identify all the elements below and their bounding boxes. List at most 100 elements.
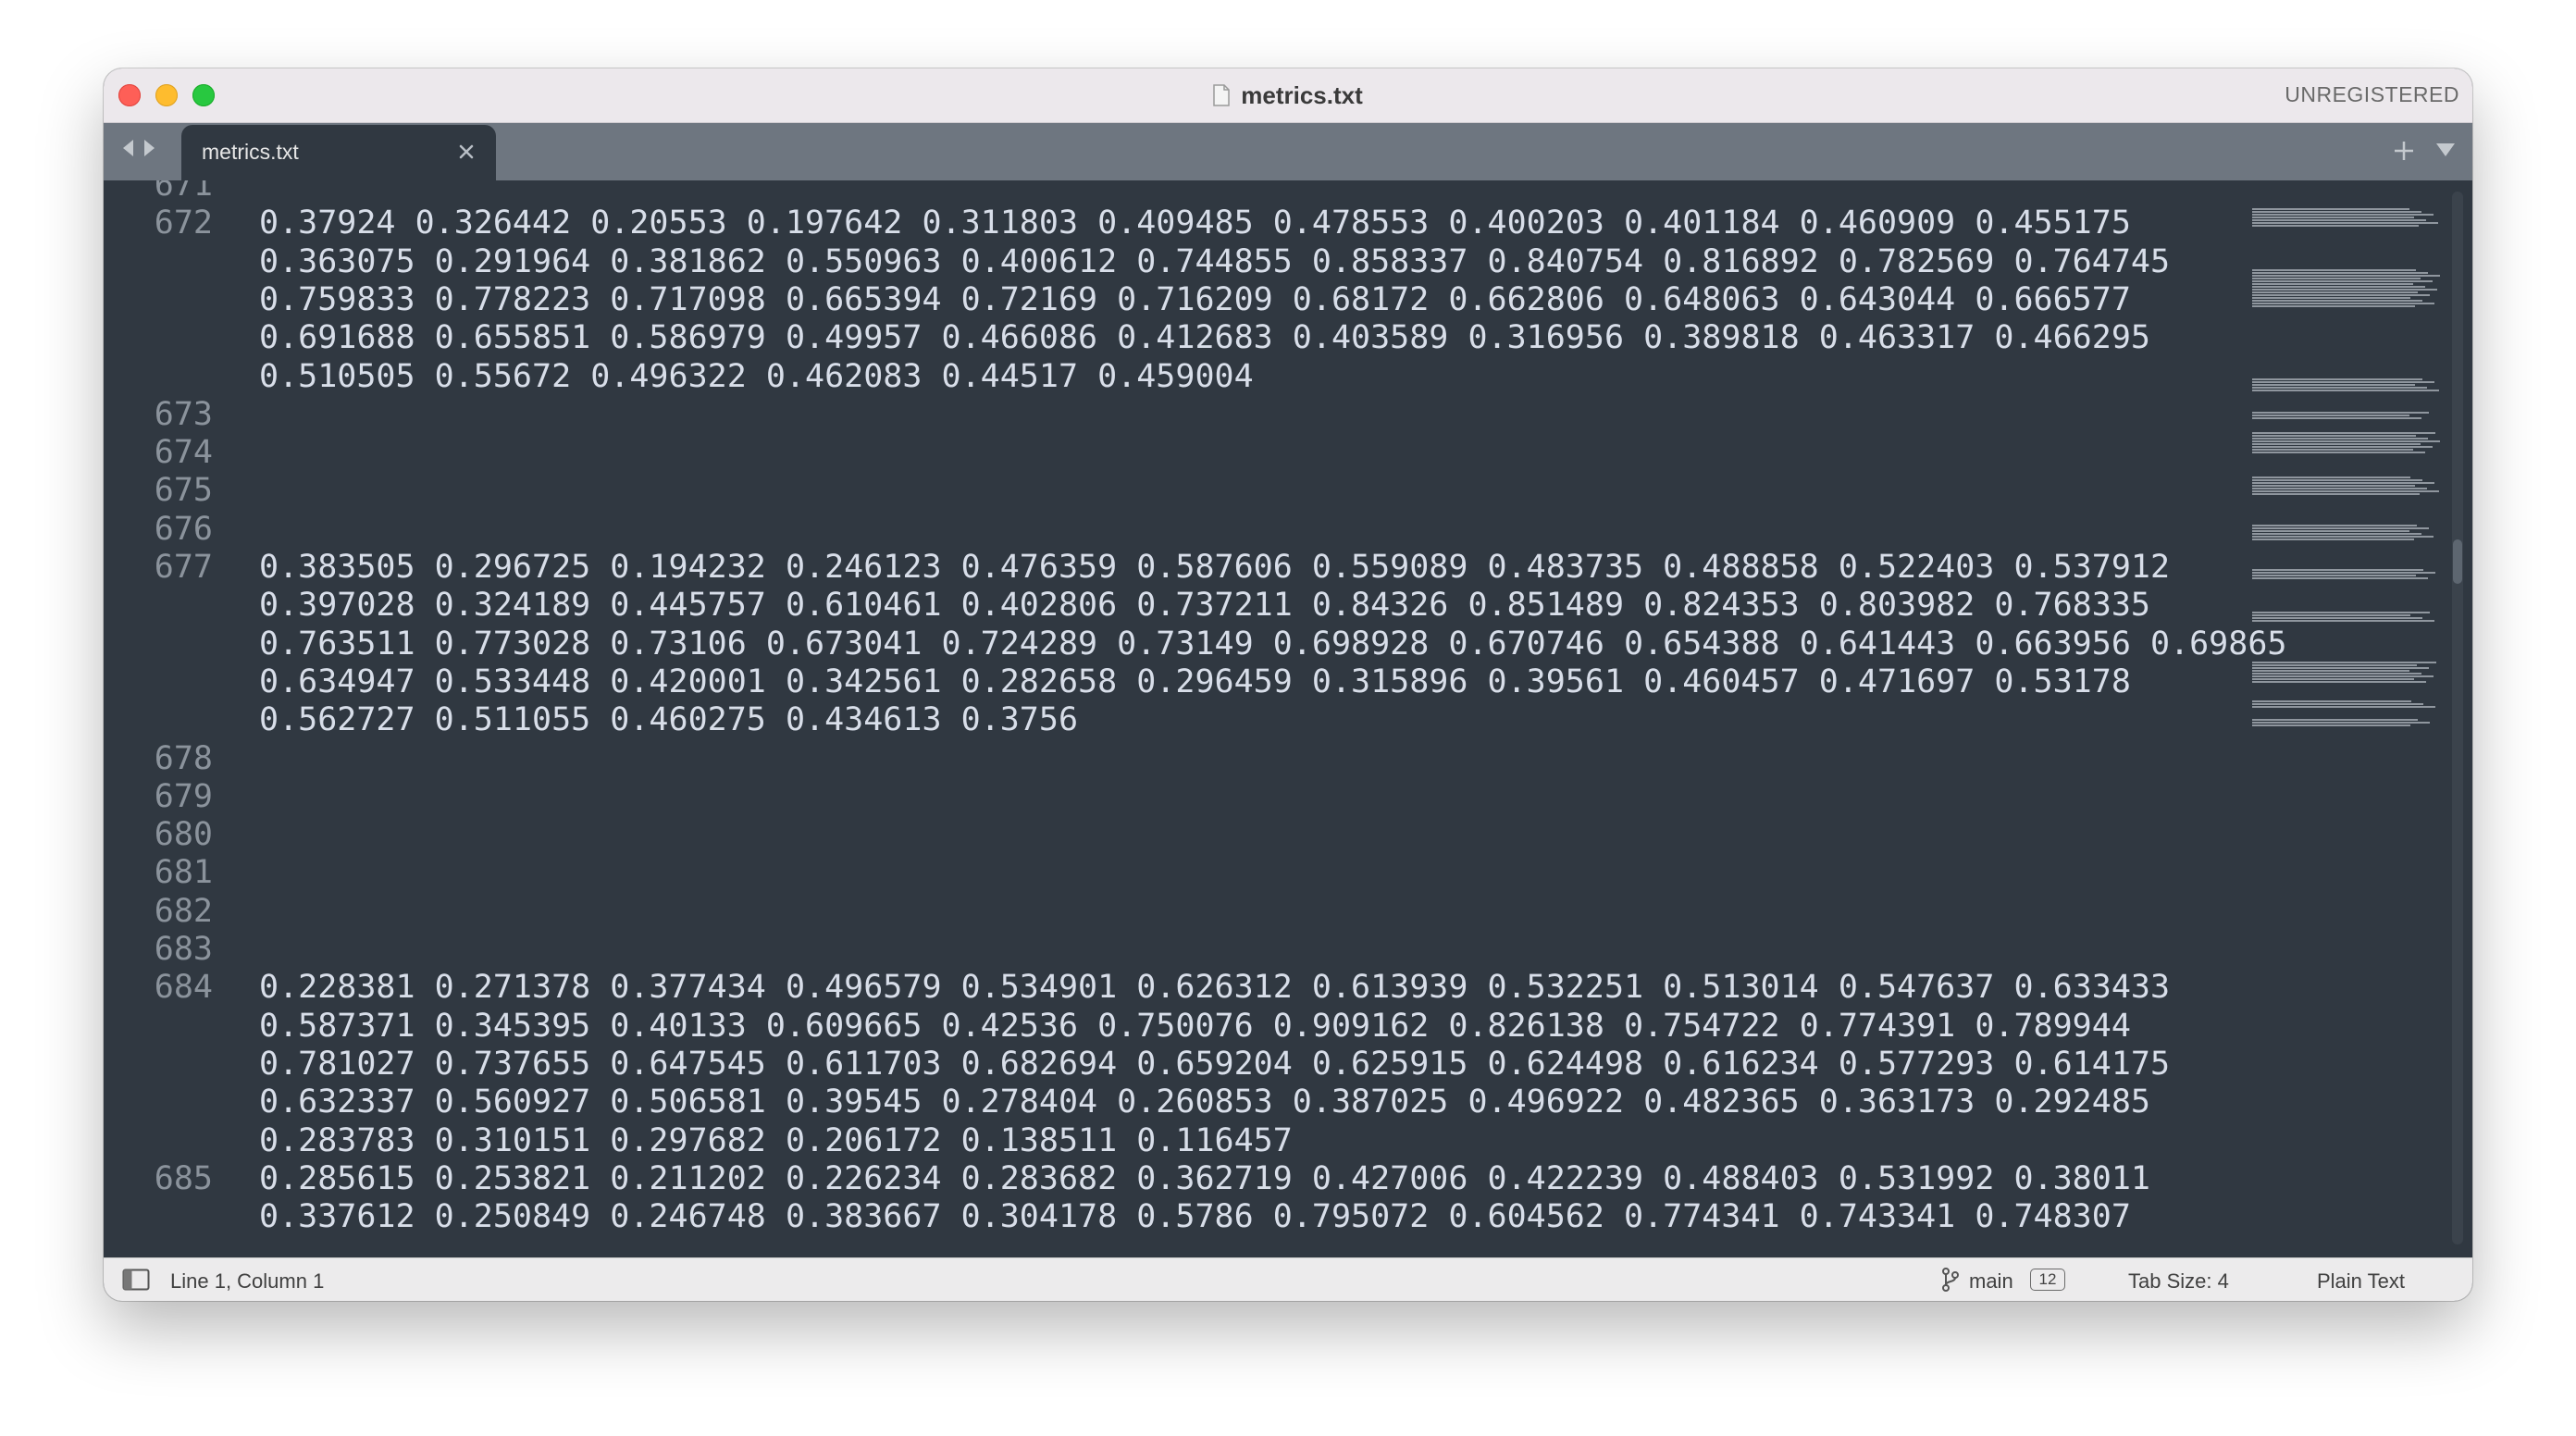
code-line[interactable]: 0.37924 0.326442 0.20553 0.197642 0.3118… <box>259 204 2131 242</box>
new-tab-icon[interactable] <box>2391 138 2417 164</box>
git-changes-badge: 12 <box>2030 1269 2065 1291</box>
minimap-line <box>2252 286 2425 288</box>
git-branch-icon <box>1942 1268 1959 1292</box>
minimap-line <box>2252 289 2437 291</box>
minimap-line <box>2252 384 2415 386</box>
minimap-line <box>2252 446 2433 448</box>
minimap-line <box>2252 525 2417 526</box>
minimap-line <box>2252 617 2422 619</box>
unregistered-label: UNREGISTERED <box>2285 82 2459 106</box>
code-line[interactable]: 0.759833 0.778223 0.717098 0.665394 0.72… <box>259 280 2131 319</box>
line-number: 674 <box>154 434 213 472</box>
minimap-line <box>2252 530 2409 532</box>
code-line[interactable]: 0.763511 0.773028 0.73106 0.673041 0.724… <box>259 625 2286 663</box>
line-number: 681 <box>154 854 213 892</box>
line-number: 676 <box>154 510 213 548</box>
line-number: 671 <box>154 180 213 204</box>
text-editor[interactable]: 671 672 673 674 675 676 677 678 679 680 681 682 683 6… <box>104 180 2472 1257</box>
minimap-line <box>2252 440 2440 442</box>
minimap-line <box>2252 378 2422 380</box>
minimap-line <box>2252 214 2434 216</box>
line-number: 678 <box>154 739 213 777</box>
syntax-selector[interactable]: Plain Text <box>2317 1269 2405 1294</box>
next-tab-icon[interactable] <box>142 138 157 158</box>
minimap-line <box>2252 225 2419 227</box>
code-line[interactable]: 0.510505 0.55672 0.496322 0.462083 0.445… <box>259 357 1254 396</box>
code-line[interactable]: 0.363075 0.291964 0.381862 0.550963 0.40… <box>259 242 2170 281</box>
status-bar: Line 1, Column 1 main 12 Tab Size: 4 Pla… <box>104 1257 2472 1301</box>
minimap-line <box>2252 675 2434 677</box>
line-number: 672 <box>154 204 213 242</box>
tab-label: metrics.txt <box>202 140 299 164</box>
minimap-line <box>2252 681 2426 683</box>
line-number: 675 <box>154 472 213 510</box>
code-line[interactable]: 0.337612 0.250849 0.246748 0.383667 0.30… <box>259 1197 2131 1236</box>
minimap-line <box>2252 278 2421 279</box>
minimap-line <box>2252 390 2439 391</box>
line-number: 685 <box>154 1159 213 1197</box>
document-icon <box>1213 84 1230 106</box>
close-tab-icon[interactable] <box>455 141 477 163</box>
minimap-line <box>2252 678 2414 680</box>
minimap-line <box>2252 280 2433 282</box>
minimap-line <box>2252 283 2413 285</box>
minimap-line <box>2252 490 2439 492</box>
code-line[interactable]: 0.383505 0.296725 0.194232 0.246123 0.47… <box>259 548 2170 587</box>
code-line[interactable]: 0.632337 0.560927 0.506581 0.39545 0.278… <box>259 1083 2150 1121</box>
line-number: 680 <box>154 816 213 854</box>
minimap-line <box>2252 415 2409 416</box>
window-title-group: metrics.txt <box>104 68 2472 122</box>
code-line[interactable]: 0.634947 0.533448 0.420001 0.342561 0.28… <box>259 662 2131 701</box>
minimap-line <box>2252 724 2410 726</box>
git-branch-name[interactable]: main <box>1969 1269 2013 1294</box>
code-line[interactable]: 0.781027 0.737655 0.647545 0.611703 0.68… <box>259 1045 2170 1083</box>
minimap-line <box>2252 485 2415 487</box>
cursor-position[interactable]: Line 1, Column 1 <box>170 1269 324 1294</box>
minimap-line <box>2252 569 2423 571</box>
minimap-line <box>2252 269 2416 271</box>
minimap-line <box>2252 479 2422 481</box>
scrollbar-thumb[interactable] <box>2453 539 2462 584</box>
title-bar: metrics.txt UNREGISTERED <box>104 68 2472 123</box>
minimap-line <box>2252 700 2411 702</box>
vertical-scrollbar[interactable] <box>2452 192 2463 1244</box>
minimap-line <box>2252 272 2428 274</box>
code-line[interactable]: 0.562727 0.511055 0.460275 0.434613 0.37… <box>259 700 1078 739</box>
minimap-line <box>2252 217 2414 218</box>
minimap-line <box>2252 208 2409 210</box>
line-number: 683 <box>154 931 213 968</box>
minimap-line <box>2252 719 2418 721</box>
minimap-line <box>2252 432 2435 434</box>
minimap-line <box>2252 435 2416 437</box>
minimap-line <box>2252 275 2440 277</box>
tab-metrics[interactable]: metrics.txt <box>181 125 496 180</box>
tab-size-setting[interactable]: Tab Size: 4 <box>2128 1269 2229 1294</box>
minimap-line <box>2252 449 2413 451</box>
minimap-line <box>2252 219 2426 221</box>
code-line[interactable]: 0.283783 0.310151 0.297682 0.206172 0.13… <box>259 1121 1293 1160</box>
minimap-line <box>2252 412 2429 414</box>
code-line[interactable]: 0.228381 0.271378 0.377434 0.496579 0.53… <box>259 968 2170 1007</box>
minimap-line <box>2252 294 2430 296</box>
code-line[interactable]: 0.397028 0.324189 0.445757 0.610461 0.40… <box>259 586 2150 625</box>
minimap-line <box>2252 222 2438 224</box>
minimap-line <box>2252 706 2435 708</box>
minimap-line <box>2252 493 2420 495</box>
code-line[interactable]: 0.285615 0.253821 0.211202 0.226234 0.28… <box>259 1159 2150 1198</box>
code-line[interactable]: 0.691688 0.655851 0.586979 0.49957 0.466… <box>259 318 2150 357</box>
minimap[interactable] <box>2252 180 2440 1257</box>
sidebar-toggle-icon[interactable] <box>122 1269 150 1291</box>
minimap-line <box>2252 673 2421 675</box>
minimap-line <box>2252 620 2434 622</box>
minimap-line <box>2252 438 2428 439</box>
line-number: 684 <box>154 969 213 1007</box>
line-number: 677 <box>154 549 213 586</box>
minimap-line <box>2252 482 2434 484</box>
line-number-gutter: 671 672 673 674 675 676 677 678 679 680 681 682 683 6… <box>104 180 224 1257</box>
tab-menu-chevron-down-icon[interactable] <box>2435 142 2456 158</box>
minimap-line <box>2252 572 2435 574</box>
tab-navigation <box>120 138 157 158</box>
code-line[interactable]: 0.587371 0.345395 0.40133 0.609665 0.425… <box>259 1007 2131 1046</box>
previous-tab-icon[interactable] <box>120 138 135 158</box>
minimap-line <box>2252 417 2421 419</box>
